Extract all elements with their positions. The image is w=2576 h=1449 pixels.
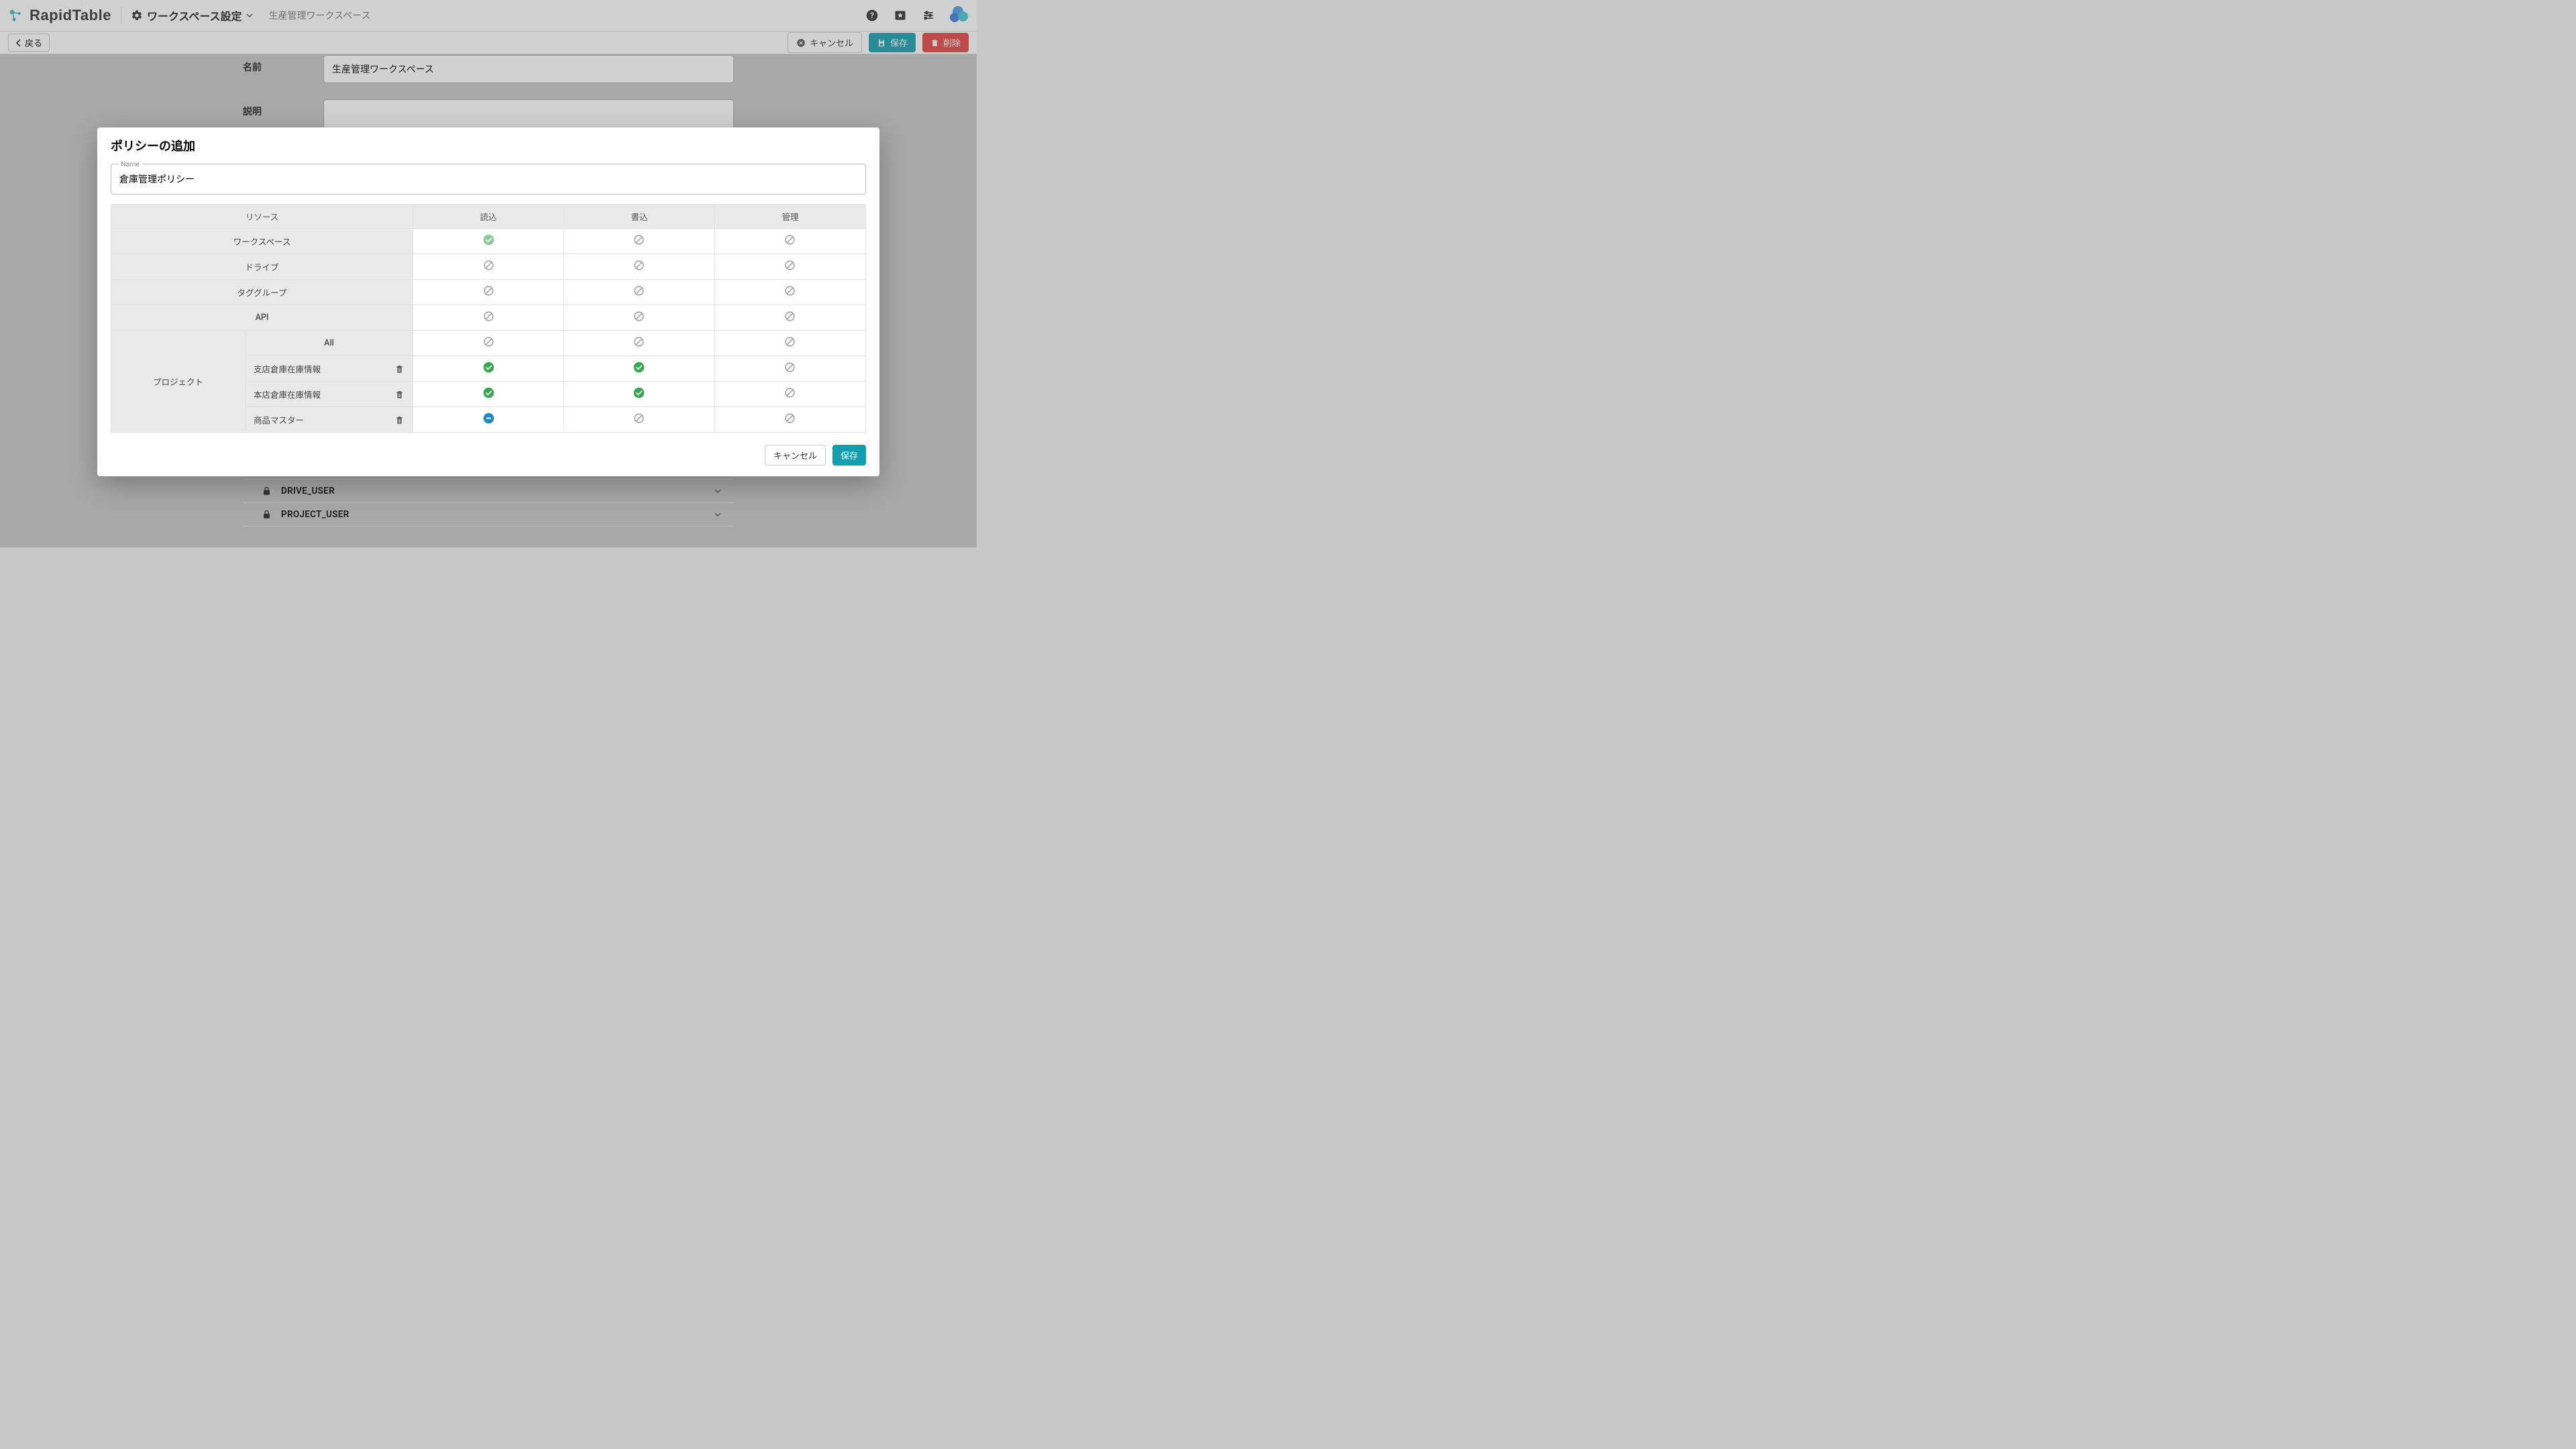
trash-icon[interactable] — [394, 415, 405, 425]
project-row: 本店倉庫在庫情報 — [246, 382, 413, 407]
deny-icon[interactable] — [633, 260, 645, 271]
modal-save-label: 保存 — [841, 449, 858, 462]
deny-icon[interactable] — [784, 234, 796, 246]
trash-icon[interactable] — [394, 364, 405, 374]
col-read: 読込 — [413, 205, 564, 229]
col-admin: 管理 — [714, 205, 865, 229]
project-row: 商品マスター — [246, 407, 413, 433]
project-row: 支店倉庫在庫情報 — [246, 356, 413, 382]
project-row: All — [246, 331, 413, 356]
permission-table: リソース 読込 書込 管理 ワークスペースドライブタググループAPIプロジェクト… — [111, 204, 866, 433]
resource-row: ワークスペース — [111, 229, 413, 254]
policy-name-field: Name — [111, 164, 866, 195]
deny-icon[interactable] — [633, 413, 645, 424]
minus-icon[interactable] — [483, 413, 494, 424]
col-resource: リソース — [111, 205, 413, 229]
deny-icon[interactable] — [483, 285, 494, 297]
deny-icon[interactable] — [483, 260, 494, 271]
deny-icon[interactable] — [784, 413, 796, 424]
deny-icon[interactable] — [483, 311, 494, 322]
modal-cancel-button[interactable]: キャンセル — [765, 445, 826, 466]
trash-icon[interactable] — [394, 389, 405, 400]
deny-icon[interactable] — [784, 336, 796, 347]
modal-title: ポリシーの追加 — [97, 127, 879, 161]
resource-row: タググループ — [111, 280, 413, 305]
col-write: 書込 — [564, 205, 715, 229]
deny-icon[interactable] — [633, 285, 645, 297]
deny-icon[interactable] — [784, 387, 796, 398]
deny-icon[interactable] — [483, 336, 494, 347]
deny-icon[interactable] — [784, 260, 796, 271]
resource-row: API — [111, 305, 413, 331]
allow-icon[interactable] — [633, 387, 645, 398]
resource-project-group: プロジェクト — [111, 331, 246, 433]
policy-name-input[interactable] — [111, 164, 865, 194]
deny-icon[interactable] — [784, 311, 796, 322]
resource-row: ドライブ — [111, 254, 413, 280]
allow-icon[interactable] — [633, 362, 645, 373]
allow-icon[interactable] — [483, 387, 494, 398]
modal-save-button[interactable]: 保存 — [833, 445, 866, 466]
deny-icon[interactable] — [633, 336, 645, 347]
modal-cancel-label: キャンセル — [773, 449, 817, 462]
add-policy-modal: ポリシーの追加 Name リソース 読込 書込 管理 ワークスペースドライブタグ… — [97, 127, 879, 476]
deny-icon[interactable] — [784, 362, 796, 373]
deny-icon[interactable] — [784, 285, 796, 297]
deny-icon[interactable] — [633, 234, 645, 246]
policy-name-floating-label: Name — [118, 160, 142, 168]
deny-icon[interactable] — [633, 311, 645, 322]
allow-icon[interactable] — [483, 234, 494, 246]
allow-icon[interactable] — [483, 362, 494, 373]
